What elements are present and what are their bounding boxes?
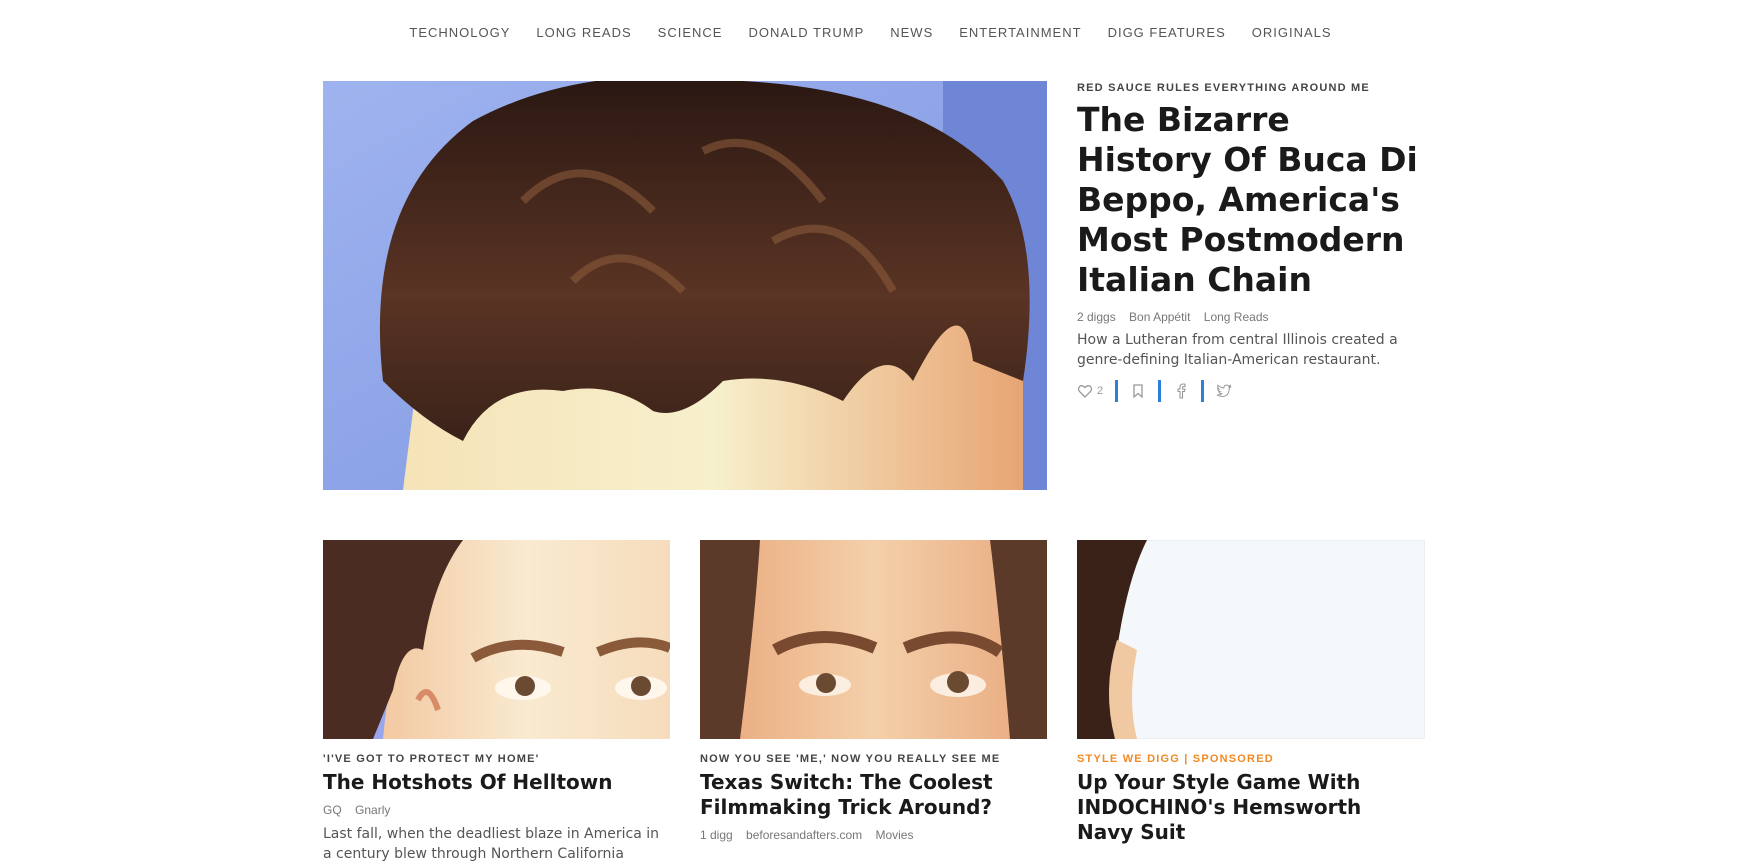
action-divider	[1201, 380, 1205, 402]
nav-long-reads[interactable]: LONG READS	[536, 25, 631, 46]
nav-science[interactable]: SCIENCE	[658, 25, 723, 46]
card-headline[interactable]: Up Your Style Game With INDOCHINO's Hems…	[1077, 770, 1422, 845]
twitter-share-button[interactable]	[1216, 380, 1232, 402]
featured-description: How a Lutheran from central Illinois cre…	[1077, 332, 1398, 368]
card-image[interactable]	[323, 540, 670, 739]
card-headline[interactable]: The Hotshots Of Helltown	[323, 770, 670, 795]
card-kicker: 'I'VE GOT TO PROTECT MY HOME'	[323, 753, 540, 765]
facebook-share-button[interactable]	[1173, 380, 1189, 402]
card-source[interactable]: beforesandafters.com	[746, 828, 862, 842]
nav-digg-features[interactable]: DIGG FEATURES	[1108, 25, 1226, 46]
featured-diggs[interactable]: 2 diggs	[1077, 310, 1116, 324]
top-nav: TECHNOLOGY LONG READS SCIENCE DONALD TRU…	[0, 0, 1741, 70]
nav-originals[interactable]: ORIGINALS	[1252, 25, 1332, 46]
card-description: Last fall, when the deadliest blaze in A…	[323, 826, 660, 862]
featured-source[interactable]: Bon Appétit	[1129, 310, 1190, 324]
featured-meta: 2 diggs Bon Appétit Long Reads	[1077, 310, 1279, 324]
digg-button[interactable]: 2	[1077, 380, 1103, 402]
action-divider	[1158, 380, 1162, 402]
nav-technology[interactable]: TECHNOLOGY	[409, 25, 510, 46]
card-kicker: NOW YOU SEE 'ME,' NOW YOU REALLY SEE ME	[700, 753, 1001, 765]
card-source[interactable]: GQ	[323, 803, 342, 817]
twitter-icon	[1216, 384, 1232, 398]
digg-count: 2	[1097, 385, 1104, 397]
featured-category[interactable]: Long Reads	[1204, 310, 1269, 324]
card-image[interactable]	[700, 540, 1047, 739]
featured-image[interactable]	[323, 81, 1047, 490]
featured-headline[interactable]: The Bizarre History Of Buca Di Beppo, Am…	[1077, 100, 1427, 300]
card-category[interactable]: Gnarly	[355, 803, 390, 817]
nav-news[interactable]: NEWS	[890, 25, 933, 46]
featured-actions: 2	[1077, 380, 1232, 402]
action-divider	[1115, 380, 1119, 402]
heart-icon	[1077, 385, 1093, 398]
card-diggs[interactable]: 1 digg	[700, 828, 733, 842]
bookmark-icon	[1133, 384, 1143, 399]
card-headline[interactable]: Texas Switch: The Coolest Filmmaking Tri…	[700, 770, 1030, 820]
card-kicker-sponsored: STYLE WE DIGG | SPONSORED	[1077, 753, 1274, 765]
card-category[interactable]: Movies	[875, 828, 913, 842]
facebook-icon	[1177, 383, 1186, 399]
nav-entertainment[interactable]: ENTERTAINMENT	[959, 25, 1081, 46]
card-image[interactable]	[1077, 540, 1425, 739]
featured-kicker: RED SAUCE RULES EVERYTHING AROUND ME	[1077, 82, 1370, 94]
card-meta: 1 digg beforesandafters.com Movies	[700, 828, 923, 842]
nav-donald-trump[interactable]: DONALD TRUMP	[748, 25, 864, 46]
save-button[interactable]	[1130, 380, 1146, 402]
card-meta: GQ Gnarly	[323, 803, 400, 817]
